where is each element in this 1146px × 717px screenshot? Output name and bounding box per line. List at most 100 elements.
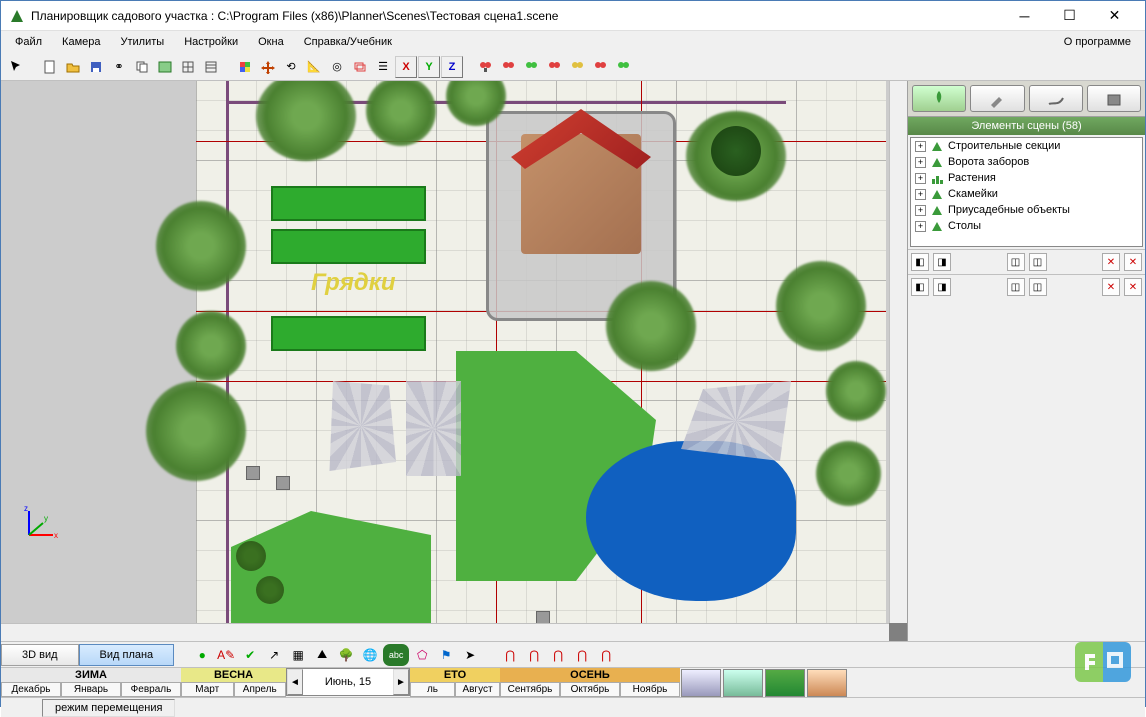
tree[interactable] <box>146 381 246 481</box>
axis-z-button[interactable]: Z <box>441 56 463 78</box>
menu-file[interactable]: Файл <box>5 33 52 51</box>
link-icon[interactable]: ⚭ <box>108 56 130 78</box>
month-btn[interactable]: Ноябрь <box>620 682 680 697</box>
camera-preset-7-icon[interactable] <box>613 56 635 78</box>
tree-item[interactable]: +Столы <box>911 218 1142 234</box>
pc-btn-1[interactable]: ◧ <box>911 253 929 271</box>
target-icon[interactable]: ◎ <box>326 56 348 78</box>
vt-globe-icon[interactable]: 🌐 <box>359 644 381 666</box>
tab-3d-view[interactable]: 3D вид <box>1 644 79 666</box>
month-btn[interactable]: Январь <box>61 682 121 697</box>
pointer-tool-icon[interactable] <box>5 56 27 78</box>
open-file-icon[interactable] <box>62 56 84 78</box>
preview-thumb[interactable] <box>681 669 721 697</box>
image-icon[interactable] <box>154 56 176 78</box>
vt-abc-icon[interactable]: abc <box>383 644 409 666</box>
measure-icon[interactable]: 📐 <box>303 56 325 78</box>
tab-plan-view[interactable]: Вид плана <box>79 644 175 666</box>
pc-btn-del2[interactable]: ✕ <box>1124 253 1142 271</box>
tab-tools[interactable] <box>970 85 1024 112</box>
date-next-button[interactable]: ► <box>393 669 409 695</box>
tree[interactable] <box>156 201 246 291</box>
vt-shape-icon[interactable]: ⬠ <box>411 644 433 666</box>
pc-btn-d[interactable]: ◫ <box>1029 278 1047 296</box>
grid-icon[interactable] <box>177 56 199 78</box>
axis-y-button[interactable]: Y <box>418 56 440 78</box>
properties-icon[interactable]: ☰ <box>372 56 394 78</box>
month-btn[interactable]: Октябрь <box>560 682 620 697</box>
preview-thumb[interactable] <box>723 669 763 697</box>
magnet-4-icon[interactable]: ⋂ <box>571 644 593 666</box>
pc-btn-4[interactable]: ◫ <box>1029 253 1047 271</box>
magnet-2-icon[interactable]: ⋂ <box>523 644 545 666</box>
camera-preset-5-icon[interactable] <box>567 56 589 78</box>
pc-btn-a[interactable]: ◧ <box>911 278 929 296</box>
pc-btn-f[interactable]: ✕ <box>1124 278 1142 296</box>
vertical-scrollbar[interactable] <box>889 81 907 623</box>
month-btn[interactable]: Февраль <box>121 682 181 697</box>
preview-thumb[interactable] <box>807 669 847 697</box>
vt-tree-icon[interactable]: 🌳 <box>335 644 357 666</box>
new-file-icon[interactable] <box>39 56 61 78</box>
close-button[interactable]: ✕ <box>1092 2 1137 30</box>
pc-btn-del1[interactable]: ✕ <box>1102 253 1120 271</box>
vt-text-icon[interactable]: A✎ <box>215 644 237 666</box>
pc-btn-2[interactable]: ◨ <box>933 253 951 271</box>
vt-cursor-icon[interactable]: ➤ <box>459 644 481 666</box>
scene-object[interactable] <box>276 476 290 490</box>
magnet-3-icon[interactable]: ⋂ <box>547 644 569 666</box>
vt-fill-icon[interactable]: ● <box>191 644 213 666</box>
tree-item[interactable]: +Скамейки <box>911 186 1142 202</box>
table-icon[interactable] <box>200 56 222 78</box>
magnet-5-icon[interactable]: ⋂ <box>595 644 617 666</box>
tree-item[interactable]: +Строительные секции <box>911 138 1142 154</box>
expand-icon[interactable]: + <box>915 221 926 232</box>
minimize-button[interactable]: ─ <box>1002 2 1047 30</box>
menu-help[interactable]: Справка/Учебник <box>294 33 402 51</box>
preview-thumb[interactable] <box>765 669 805 697</box>
pc-btn-c[interactable]: ◫ <box>1007 278 1025 296</box>
vt-check-icon[interactable]: ✔ <box>239 644 261 666</box>
camera-preset-2-icon[interactable] <box>498 56 520 78</box>
axis-x-button[interactable]: X <box>395 56 417 78</box>
tree[interactable] <box>176 311 246 381</box>
scene-object[interactable] <box>246 466 260 480</box>
camera-preset-1-icon[interactable] <box>475 56 497 78</box>
layers-icon[interactable] <box>349 56 371 78</box>
month-btn[interactable]: ль <box>410 682 455 697</box>
vt-flag-icon[interactable]: ⚑ <box>435 644 457 666</box>
menu-windows[interactable]: Окна <box>248 33 294 51</box>
camera-preset-4-icon[interactable] <box>544 56 566 78</box>
bush[interactable] <box>711 126 761 176</box>
bush[interactable] <box>256 576 284 604</box>
date-prev-button[interactable]: ◄ <box>287 669 303 695</box>
month-btn[interactable]: Март <box>181 682 234 697</box>
expand-icon[interactable]: + <box>915 189 926 200</box>
vt-grid2-icon[interactable]: ▦ <box>287 644 309 666</box>
vt-mountain-icon[interactable]: ⛰ <box>311 644 333 666</box>
month-btn[interactable]: Сентябрь <box>500 682 560 697</box>
expand-icon[interactable]: + <box>915 205 926 216</box>
color-picker-icon[interactable] <box>234 56 256 78</box>
tab-plants[interactable] <box>912 85 966 112</box>
maximize-button[interactable]: ☐ <box>1047 2 1092 30</box>
menu-utils[interactable]: Утилиты <box>111 33 175 51</box>
canvas-viewport[interactable]: Грядки <box>1 81 907 641</box>
horizontal-scrollbar[interactable] <box>1 623 889 641</box>
tab-paths[interactable] <box>1029 85 1083 112</box>
pc-btn-b[interactable]: ◨ <box>933 278 951 296</box>
pc-btn-3[interactable]: ◫ <box>1007 253 1025 271</box>
garden-bed[interactable] <box>271 229 426 264</box>
move-tool-icon[interactable] <box>257 56 279 78</box>
tree-item[interactable]: +Растения <box>911 170 1142 186</box>
tree[interactable] <box>816 441 881 506</box>
menu-settings[interactable]: Настройки <box>174 33 248 51</box>
month-btn[interactable]: Декабрь <box>1 682 61 697</box>
expand-icon[interactable]: + <box>915 157 926 168</box>
garden-bed[interactable] <box>271 186 426 221</box>
tree[interactable] <box>826 361 886 421</box>
tree[interactable] <box>776 261 866 351</box>
rotate-tool-icon[interactable]: ⟲ <box>280 56 302 78</box>
bush[interactable] <box>236 541 266 571</box>
expand-icon[interactable]: + <box>915 141 926 152</box>
